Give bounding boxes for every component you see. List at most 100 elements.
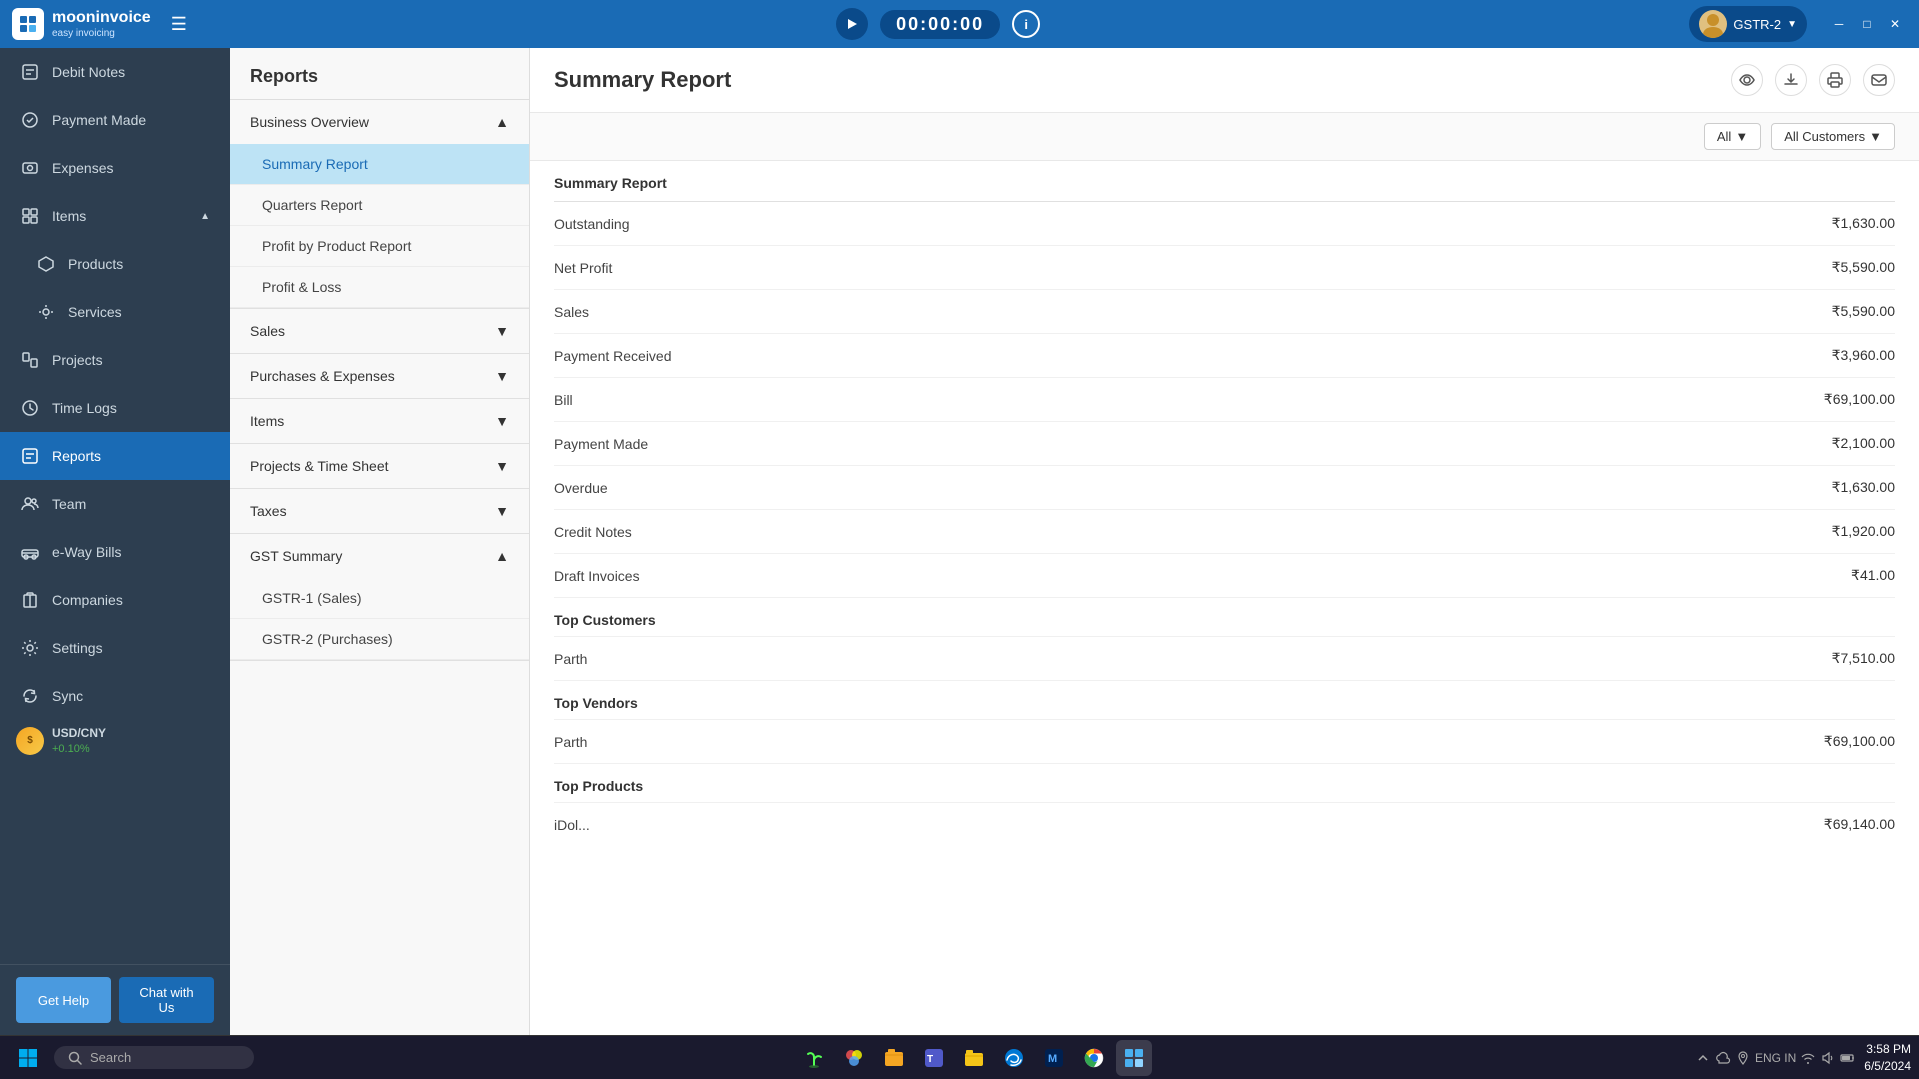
taskbar-app-mooninvoice[interactable]	[1116, 1040, 1152, 1076]
section-header-taxes[interactable]: Taxes ▼	[230, 489, 529, 533]
taskbar-app-chrome[interactable]	[1076, 1040, 1112, 1076]
sidebar-item-services[interactable]: Services	[0, 288, 230, 336]
report-item-summary-report[interactable]: Summary Report	[230, 144, 529, 185]
sidebar-item-payment-made[interactable]: Payment Made	[0, 96, 230, 144]
windows-start-button[interactable]	[8, 1042, 48, 1074]
report-item-profit-loss[interactable]: Profit & Loss	[230, 267, 529, 308]
taskbar-app-plant[interactable]	[796, 1040, 832, 1076]
sidebar-label: Companies	[52, 592, 123, 608]
minimize-button[interactable]: ─	[1827, 12, 1851, 36]
sidebar-item-eway-bills[interactable]: e-Way Bills	[0, 528, 230, 576]
currency-change: +0.10%	[52, 742, 106, 756]
chat-button[interactable]: Chat with Us	[119, 977, 214, 1023]
taskbar-app-files[interactable]	[876, 1040, 912, 1076]
section-header-label: Taxes	[250, 503, 287, 519]
get-help-button[interactable]: Get Help	[16, 977, 111, 1023]
section-header-sales[interactable]: Sales ▼	[230, 309, 529, 353]
report-item-gstr2[interactable]: GSTR-2 (Purchases)	[230, 619, 529, 660]
info-button[interactable]: i	[1012, 10, 1040, 38]
taskbar-search-text: Search	[90, 1050, 131, 1065]
items-icon	[20, 206, 40, 226]
row-value: ₹3,960.00	[1832, 347, 1895, 364]
title-bar-center: 00:00:00 i	[187, 8, 1690, 40]
user-avatar	[1699, 10, 1727, 38]
taskbar-search-bar[interactable]: Search	[54, 1046, 254, 1069]
taskbar-app-edge[interactable]	[996, 1040, 1032, 1076]
period-filter[interactable]: All ▼	[1704, 123, 1761, 150]
table-row: Outstanding ₹1,630.00	[554, 202, 1895, 246]
logo-text: mooninvoice easy invoicing	[52, 8, 151, 39]
user-chevron-icon: ▼	[1787, 19, 1797, 30]
section-header-label: Purchases & Expenses	[250, 368, 395, 384]
sidebar-label: Settings	[52, 640, 103, 656]
row-value: ₹1,630.00	[1832, 215, 1895, 232]
sync-icon	[20, 686, 40, 706]
row-value: ₹5,590.00	[1832, 303, 1895, 320]
period-filter-chevron: ▼	[1735, 129, 1748, 144]
sidebar-item-debit-notes[interactable]: Debit Notes	[0, 48, 230, 96]
section-header-business-overview[interactable]: Business Overview ▲	[230, 100, 529, 144]
sidebar-item-items[interactable]: Items ▲	[0, 192, 230, 240]
taskbar-app-teams[interactable]: T	[916, 1040, 952, 1076]
taskbar-app-colorful[interactable]	[836, 1040, 872, 1076]
play-button[interactable]	[836, 8, 868, 40]
sidebar-item-time-logs[interactable]: Time Logs	[0, 384, 230, 432]
section-header-items[interactable]: Items ▼	[230, 399, 529, 443]
maximize-button[interactable]: □	[1855, 12, 1879, 36]
row-value: ₹7,510.00	[1832, 650, 1895, 667]
title-bar-right: GSTR-2 ▼ ─ □ ✕	[1689, 6, 1907, 42]
close-button[interactable]: ✕	[1883, 12, 1907, 36]
print-button[interactable]	[1819, 64, 1851, 96]
section-header-purchases[interactable]: Purchases & Expenses ▼	[230, 354, 529, 398]
section-expand-icon: ▼	[495, 323, 509, 339]
sidebar-label: Projects	[52, 352, 103, 368]
report-item-gstr1[interactable]: GSTR-1 (Sales)	[230, 578, 529, 619]
section-title-top-customers: Top Customers	[554, 612, 656, 628]
filter-row: All ▼ All Customers ▼	[530, 113, 1919, 161]
view-button[interactable]	[1731, 64, 1763, 96]
table-row: Payment Made ₹2,100.00	[554, 422, 1895, 466]
report-table-title: Summary Report	[554, 161, 1895, 202]
section-header-projects-timesheet[interactable]: Projects & Time Sheet ▼	[230, 444, 529, 488]
hamburger-menu[interactable]: ☰	[171, 14, 187, 35]
sidebar-item-settings[interactable]: Settings	[0, 624, 230, 672]
row-label: Bill	[554, 392, 573, 408]
email-button[interactable]	[1863, 64, 1895, 96]
taskbar-app-taskbar6[interactable]: M	[1036, 1040, 1072, 1076]
sidebar-item-sync[interactable]: Sync	[0, 672, 230, 720]
sidebar-item-projects[interactable]: Projects	[0, 336, 230, 384]
taskbar-app-folder[interactable]	[956, 1040, 992, 1076]
sidebar-item-expenses[interactable]: Expenses	[0, 144, 230, 192]
sidebar-item-reports[interactable]: Reports	[0, 432, 230, 480]
currency-text: USD/CNY +0.10%	[52, 726, 106, 756]
sidebar-label: e-Way Bills	[52, 544, 122, 560]
section-expand-icon: ▼	[495, 413, 509, 429]
taskbar-apps: T M	[260, 1040, 1689, 1076]
section-header-label: GST Summary	[250, 548, 342, 564]
sidebar-item-team[interactable]: Team	[0, 480, 230, 528]
section-header-gst-summary[interactable]: GST Summary ▲	[230, 534, 529, 578]
taskbar-clock: 3:58 PM 6/5/2024	[1864, 1041, 1911, 1075]
table-row: iDol... ₹69,140.00	[554, 803, 1895, 846]
lang-label: ENG IN	[1755, 1051, 1796, 1065]
report-item-quarters-report[interactable]: Quarters Report	[230, 185, 529, 226]
section-header-top-customers: Top Customers	[554, 598, 1895, 637]
table-row: Credit Notes ₹1,920.00	[554, 510, 1895, 554]
taskbar-right: ENG IN 3:58 PM 6/5/2024	[1695, 1041, 1911, 1075]
customer-filter[interactable]: All Customers ▼	[1771, 123, 1895, 150]
eway-bills-icon	[20, 542, 40, 562]
row-label: Credit Notes	[554, 524, 632, 540]
sidebar-item-products[interactable]: Products	[0, 240, 230, 288]
team-icon	[20, 494, 40, 514]
volume-icon	[1820, 1050, 1836, 1066]
table-row: Sales ₹5,590.00	[554, 290, 1895, 334]
user-button[interactable]: GSTR-2 ▼	[1689, 6, 1807, 42]
app-body: Debit Notes Payment Made Expenses Items …	[0, 48, 1919, 1035]
sidebar-label: Payment Made	[52, 112, 146, 128]
download-button[interactable]	[1775, 64, 1807, 96]
report-item-profit-product[interactable]: Profit by Product Report	[230, 226, 529, 267]
sidebar-item-companies[interactable]: Companies	[0, 576, 230, 624]
currency-pair: USD/CNY	[52, 726, 106, 742]
wifi-icon	[1800, 1050, 1816, 1066]
report-section-items: Items ▼	[230, 399, 529, 444]
